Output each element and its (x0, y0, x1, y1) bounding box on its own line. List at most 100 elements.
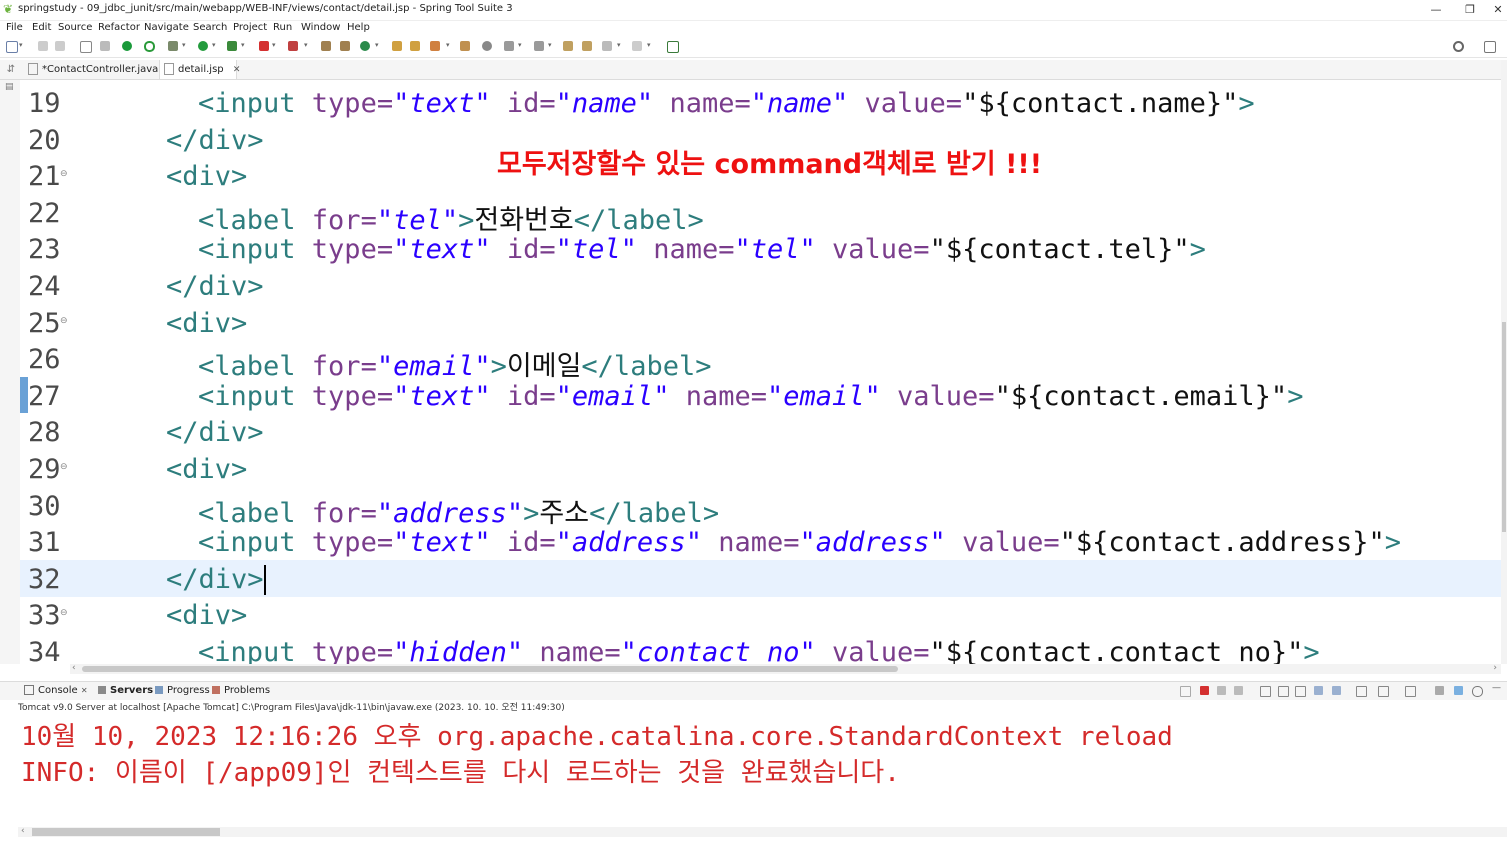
code-line[interactable]: 27 <input type="text" id="email" name="em… (20, 377, 1501, 414)
forward-dropdown-icon[interactable]: ▾ (647, 42, 652, 49)
open-task-icon[interactable] (460, 41, 470, 51)
run-dropdown-icon[interactable]: ▾ (212, 42, 217, 49)
new-java-project-icon[interactable] (321, 41, 331, 51)
tab-close-icon[interactable]: ✕ (81, 686, 88, 695)
save-icon[interactable] (38, 41, 48, 51)
forward-history-icon[interactable] (582, 41, 592, 51)
minimize-view-icon[interactable]: — (1492, 683, 1501, 693)
console-horizontal-scrollbar[interactable]: ‹ (18, 826, 1507, 837)
scroll-lock-icon[interactable] (1278, 686, 1289, 697)
code-line[interactable]: 31 <input type="text" id="address" name="… (20, 523, 1501, 560)
open-type-icon[interactable] (392, 41, 402, 51)
scroll-thumb[interactable] (32, 828, 220, 836)
remove-all-icon[interactable] (1234, 686, 1243, 695)
scroll-thumb[interactable] (82, 666, 898, 672)
menu-file[interactable]: File (6, 22, 23, 33)
restore-view-icon[interactable]: ⇵ (4, 60, 18, 79)
run-external-icon[interactable] (227, 41, 237, 51)
fold-toggle-icon[interactable]: ⊖ (60, 608, 68, 618)
annotation-dropdown-icon[interactable]: ▾ (518, 42, 523, 49)
console-output[interactable]: 10월 10, 2023 12:16:26 오후 org.apache.cata… (18, 712, 1507, 827)
debug-dropdown-icon[interactable]: ▾ (182, 42, 187, 49)
menu-project[interactable]: Project (233, 22, 267, 33)
menu-run[interactable]: Run (273, 22, 292, 33)
minimize-button[interactable]: — (1421, 1, 1451, 19)
menu-navigate[interactable]: Navigate (144, 22, 189, 33)
menu-help[interactable]: Help (347, 22, 370, 33)
menu-search[interactable]: Search (193, 22, 227, 33)
class-dropdown-icon[interactable]: ▾ (375, 42, 380, 49)
start-server-icon[interactable] (122, 41, 132, 51)
code-line[interactable]: 26 <label for="email">이메일</label> (20, 340, 1501, 382)
new-package-icon[interactable] (340, 41, 350, 51)
back-icon[interactable] (602, 41, 612, 51)
restore-button[interactable]: ❐ (1455, 1, 1485, 19)
stop-icon[interactable] (259, 41, 269, 51)
quick-access-icon[interactable]: ▤ (5, 82, 14, 92)
code-line[interactable]: 23 <input type="text" id="tel" name="tel"… (20, 230, 1501, 267)
code-line[interactable]: 24 </div> (20, 267, 1501, 304)
debug-icon[interactable] (168, 41, 178, 51)
scroll-right-icon[interactable]: › (1493, 663, 1497, 673)
annotation-nav-icon[interactable] (504, 41, 514, 51)
scroll-left-icon[interactable]: ‹ (72, 663, 76, 673)
code-line[interactable]: 19 <input type="text" id="name" name="nam… (20, 84, 1501, 121)
show-on-stdout-icon[interactable] (1314, 686, 1323, 695)
menu-window[interactable]: Window (301, 22, 340, 33)
search-icon[interactable] (1453, 41, 1464, 52)
display-console-icon[interactable] (1378, 686, 1389, 697)
forward-icon[interactable] (632, 41, 642, 51)
code-line[interactable]: 28 </div> (20, 413, 1501, 450)
back-history-icon[interactable] (563, 41, 573, 51)
editor-horizontal-scrollbar[interactable]: ‹ › (70, 663, 1501, 674)
code-line[interactable]: 29 ⊖ <div> (20, 450, 1501, 487)
code-line[interactable]: 25 ⊖ <div> (20, 304, 1501, 341)
menu-refactor[interactable]: Refactor (98, 22, 140, 33)
view-menu-icon[interactable] (1435, 686, 1444, 695)
terminal-icon[interactable] (80, 41, 92, 53)
code-line[interactable]: 30 <label for="address">주소</label> (20, 487, 1501, 529)
pin-icon[interactable] (1356, 686, 1367, 697)
back-dropdown-icon[interactable]: ▾ (617, 42, 622, 49)
pin-console-icon[interactable] (1180, 686, 1191, 697)
word-wrap-icon[interactable] (1295, 686, 1306, 697)
search-tool-icon[interactable] (430, 41, 440, 51)
skip-breakpoints-icon[interactable] (100, 41, 110, 51)
code-line[interactable]: 34 <input type="hidden" name="contact_no"… (20, 633, 1501, 664)
fold-toggle-icon[interactable]: ⊖ (60, 316, 68, 326)
open-console-icon[interactable] (1405, 686, 1416, 697)
menu-source[interactable]: Source (58, 22, 92, 33)
scroll-thumb[interactable] (1502, 322, 1506, 532)
save-all-icon[interactable] (55, 41, 65, 51)
pin-editor-icon[interactable] (667, 41, 679, 53)
link-icon[interactable] (1454, 686, 1463, 695)
refresh-icon[interactable] (144, 41, 155, 52)
tab-contact-controller[interactable]: *ContactController.java (24, 60, 158, 79)
new-icon[interactable] (6, 41, 18, 53)
menu-edit[interactable]: Edit (32, 22, 51, 33)
search-tool-dropdown-icon[interactable]: ▾ (446, 42, 451, 49)
show-on-stderr-icon[interactable] (1332, 686, 1341, 695)
deploy-dropdown-icon[interactable]: ▾ (304, 42, 309, 49)
scroll-left-icon[interactable]: ‹ (21, 826, 25, 836)
clear-console-icon[interactable] (1260, 686, 1271, 697)
tab-servers[interactable]: Servers (98, 685, 153, 696)
tab-console[interactable]: Console ✕ (24, 685, 88, 696)
code-line[interactable]: 33 ⊖ <div> (20, 596, 1501, 633)
deploy-icon[interactable] (288, 41, 298, 51)
tab-problems[interactable]: Problems (212, 685, 270, 696)
code-line[interactable]: 22 <label for="tel">전화번호</label> (20, 194, 1501, 236)
settings-icon[interactable] (1472, 686, 1483, 697)
tab-progress[interactable]: Progress (155, 685, 210, 696)
remove-launch-icon[interactable] (1217, 686, 1226, 695)
globe-icon[interactable] (482, 41, 492, 51)
close-button[interactable]: ✕ (1483, 1, 1507, 19)
next-edit-dropdown-icon[interactable]: ▾ (548, 42, 553, 49)
open-resource-icon[interactable] (410, 41, 420, 51)
new-dropdown-icon[interactable]: ▾ (19, 42, 24, 49)
external-dropdown-icon[interactable]: ▾ (241, 42, 246, 49)
fold-toggle-icon[interactable]: ⊖ (60, 169, 68, 179)
tab-close-icon[interactable]: ✕ (233, 65, 241, 75)
terminate-icon[interactable] (1200, 686, 1209, 695)
stop-dropdown-icon[interactable]: ▾ (272, 42, 277, 49)
